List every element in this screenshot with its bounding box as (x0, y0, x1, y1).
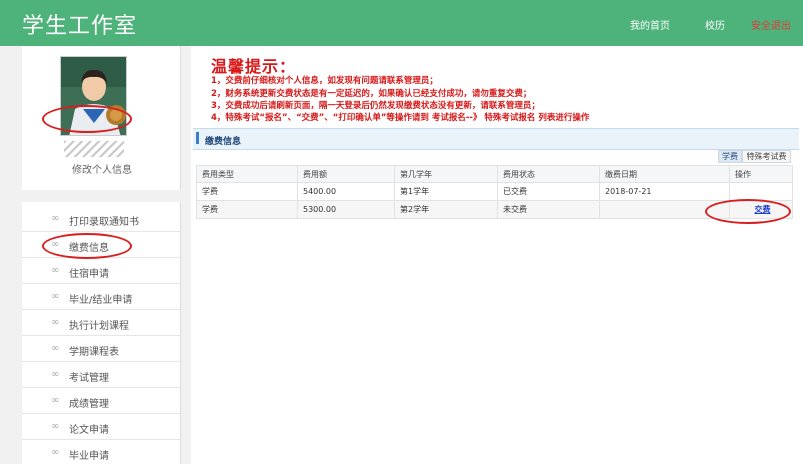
action-cell (729, 182, 793, 201)
tab-special-exam-fee[interactable]: 特殊考试费 (742, 150, 791, 163)
sidebar-item-executing-plan-courses[interactable]: ∞ 执行计划课程 (22, 310, 180, 336)
sidebar-item-thesis-application[interactable]: ∞ 论文申请 (22, 414, 180, 440)
column-header-pay-date: 缴费日期 (599, 165, 730, 183)
edit-profile-link[interactable]: 修改个人信息 (72, 161, 132, 176)
decorative-stripes (64, 141, 124, 157)
status-cell: 已交费 (497, 182, 600, 201)
sidebar-item-label: 毕业/结业申请 (69, 295, 133, 306)
infinity-icon: ∞ (51, 343, 60, 354)
nav-school-calendar-link[interactable]: 校历 (705, 17, 725, 32)
pay-button[interactable]: 交费 (755, 205, 771, 214)
amount-cell: 5400.00 (297, 182, 395, 201)
year-cell: 第1学年 (394, 182, 498, 201)
column-header-amount: 费用额 (297, 165, 395, 183)
sidebar-item-exam-management[interactable]: ∞ 考试管理 (22, 362, 180, 388)
notice-line: 1，交费前仔细核对个人信息，如发现有问题请联系管理员； (211, 76, 438, 86)
fee-type-cell: 学费 (196, 182, 298, 201)
sidebar-item-semester-timetable[interactable]: ∞ 学期课程表 (22, 336, 180, 362)
sidebar-item-payment-info[interactable]: ∞ 缴费信息 (22, 232, 180, 258)
table-header-row: 费用类型 费用额 第几学年 费用状态 缴费日期 操作 (196, 165, 793, 183)
notice-line: 2，财务系统更新交费状态是有一定延迟的，如果确认已经支付成功，请勿重复交费； (211, 89, 532, 99)
action-cell: 交费 (729, 200, 793, 219)
sidebar-item-label: 毕业申请 (69, 451, 109, 462)
tab-tuition[interactable]: 学费 (718, 150, 742, 163)
sidebar-item-label: 打印录取通知书 (69, 217, 139, 228)
fee-type-cell: 学费 (196, 200, 298, 219)
status-cell: 未交费 (497, 200, 600, 219)
student-photo-icon (61, 57, 126, 135)
sidebar-item-label: 执行计划课程 (69, 321, 129, 332)
fees-table: 费用类型 费用额 第几学年 费用状态 缴费日期 操作 学费 5400.00 第1… (196, 165, 793, 219)
infinity-icon: ∞ (51, 395, 60, 406)
sidebar-item-graduation-application[interactable]: ∞ 毕业申请 (22, 440, 180, 464)
sidebar-item-label: 住宿申请 (69, 269, 109, 280)
infinity-icon: ∞ (51, 265, 60, 276)
sidebar-item-grade-management[interactable]: ∞ 成绩管理 (22, 388, 180, 414)
column-header-year: 第几学年 (394, 165, 498, 183)
sidebar-item-label: 论文申请 (69, 425, 109, 436)
column-header-fee-type: 费用类型 (196, 165, 298, 183)
year-cell: 第2学年 (394, 200, 498, 219)
table-row: 学费 5400.00 第1学年 已交费 2018-07-21 (196, 182, 793, 201)
column-header-action: 操作 (729, 165, 793, 183)
amount-cell: 5300.00 (297, 200, 395, 219)
infinity-icon: ∞ (51, 447, 60, 458)
fees-panel-header (193, 128, 799, 150)
sidebar-item-print-admission-notice[interactable]: ∞ 打印录取通知书 (22, 206, 180, 232)
panel-accent-bar (196, 132, 199, 144)
column-header-status: 费用状态 (497, 165, 600, 183)
sidebar-item-label: 缴费信息 (69, 243, 109, 254)
infinity-icon: ∞ (51, 291, 60, 302)
infinity-icon: ∞ (51, 213, 60, 224)
infinity-icon: ∞ (51, 317, 60, 328)
profile-card: 修改个人信息 (22, 46, 181, 190)
sidebar-item-label: 考试管理 (69, 373, 109, 384)
top-header-bar: 学生工作室 我的首页 校历 安全退出 (0, 0, 803, 46)
pay-date-cell: 2018-07-21 (599, 182, 730, 201)
infinity-icon: ∞ (51, 421, 60, 432)
table-row: 学费 5300.00 第2学年 未交费 交费 (196, 200, 793, 219)
sidebar-menu: ∞ 打印录取通知书 ∞ 缴费信息 ∞ 住宿申请 ∞ 毕业/结业申请 ∞ 执行计划… (22, 202, 181, 464)
sidebar-item-label: 成绩管理 (69, 399, 109, 410)
notice-line: 4，特殊考试“报名”、“交费”、“打印确认单”等操作请到 考试报名--》 特殊考… (211, 113, 590, 123)
pay-date-cell (599, 200, 730, 219)
avatar (60, 56, 127, 136)
nav-home-link[interactable]: 我的首页 (630, 17, 670, 32)
infinity-icon: ∞ (51, 369, 60, 380)
notice-line: 3，交费成功后请刷新页面，隔一天登录后仍然发现缴费状态没有更新，请联系管理员； (211, 101, 540, 111)
fees-panel-title: 缴费信息 (205, 137, 242, 147)
app-title: 学生工作室 (22, 14, 138, 39)
sidebar-item-accommodation[interactable]: ∞ 住宿申请 (22, 258, 180, 284)
sidebar-item-graduation-completion[interactable]: ∞ 毕业/结业申请 (22, 284, 180, 310)
nav-logout-link[interactable]: 安全退出 (751, 17, 791, 32)
sidebar-item-label: 学期课程表 (69, 347, 119, 358)
infinity-icon: ∞ (51, 239, 60, 250)
